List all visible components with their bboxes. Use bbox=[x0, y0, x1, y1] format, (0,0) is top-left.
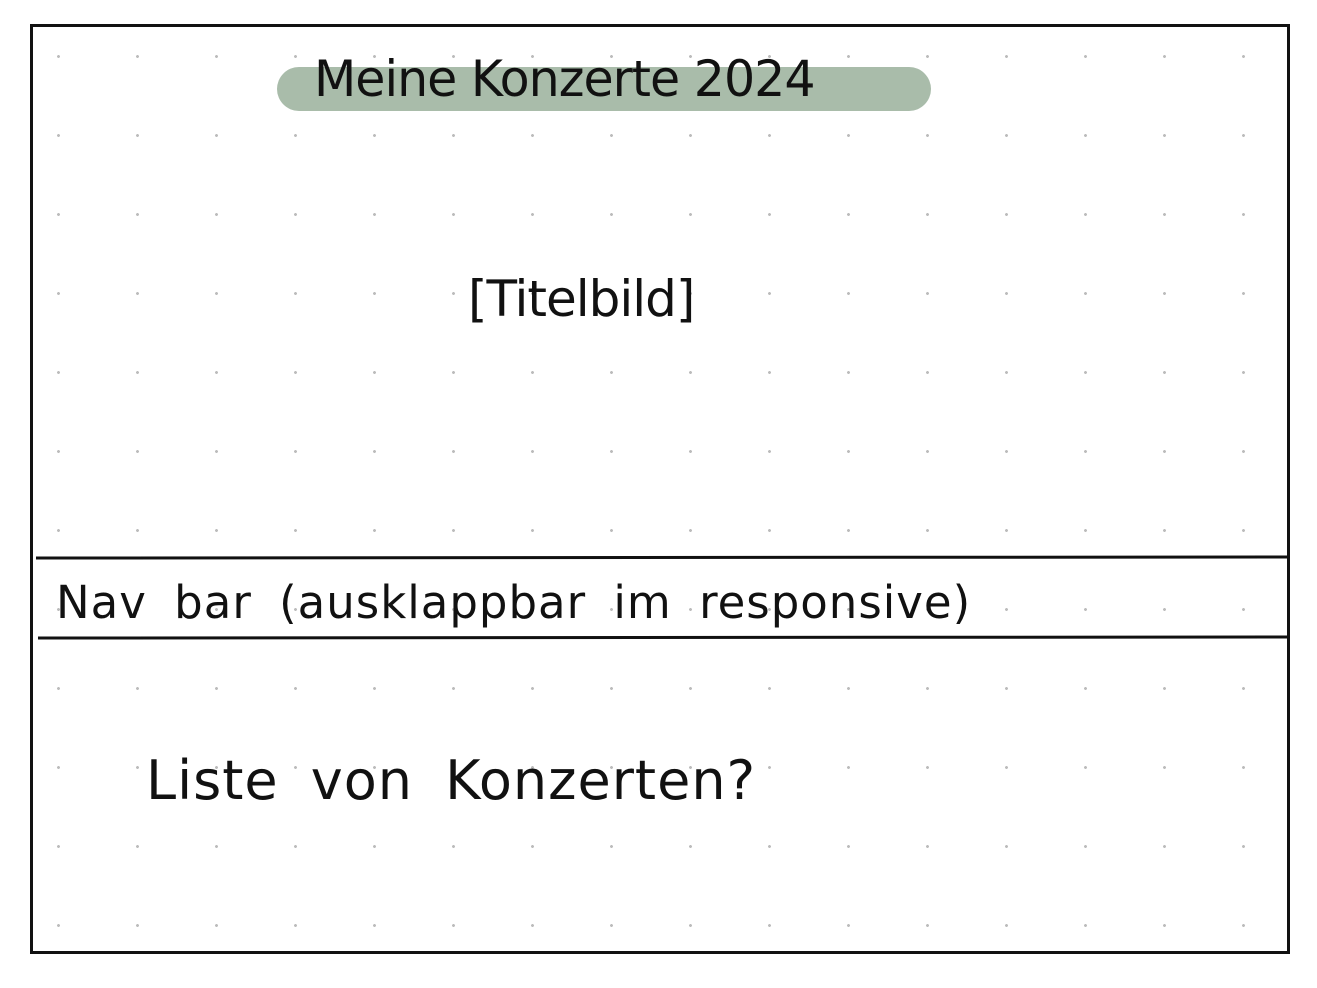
concert-list-label: Liste von Konzerten? bbox=[146, 749, 757, 812]
nav-bar-label: Nav bar (ausklappbar im responsive) bbox=[56, 576, 972, 629]
wireframe-page-frame bbox=[30, 24, 1290, 954]
page-title: Meine Konzerte 2024 bbox=[314, 50, 816, 108]
hero-image-placeholder: [Titelbild] bbox=[468, 270, 695, 328]
